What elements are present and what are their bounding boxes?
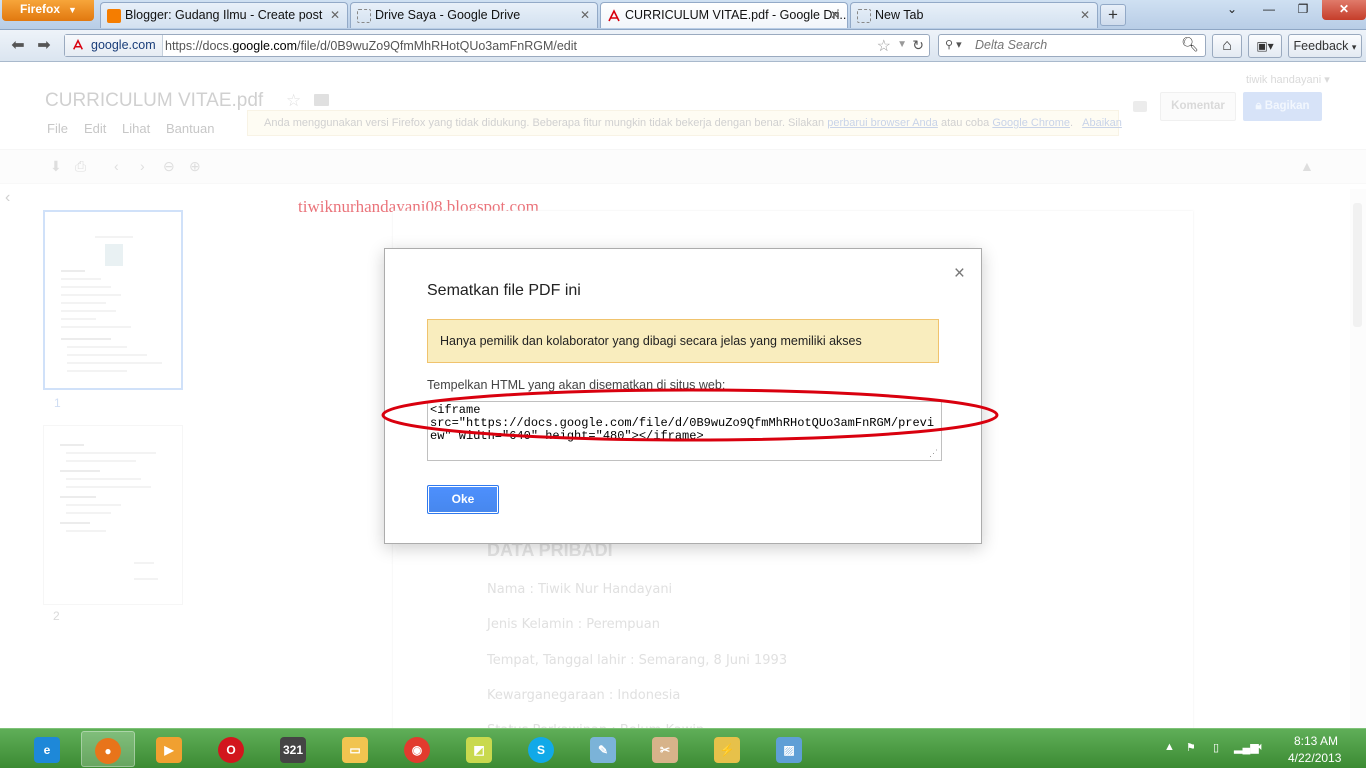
embed-code-textarea[interactable]: <iframe src="https://docs.google.com/fil… <box>427 401 942 461</box>
url-prefix: https://docs. <box>165 39 233 53</box>
firefox-menu-label: Firefox <box>20 2 61 16</box>
tab-blogger[interactable]: Blogger: Gudang Ilmu - Create post ✕ <box>100 2 348 28</box>
back-arrow-icon[interactable]: ⬅ <box>8 36 28 56</box>
firefox-icon[interactable]: ● <box>81 731 135 767</box>
paint-icon[interactable]: ✎ <box>576 731 630 767</box>
search-bar[interactable]: ⚲ ▾ 🔍︎ <box>938 34 1206 57</box>
chevron-down-icon: ▾ <box>1351 42 1357 52</box>
site-identity-button[interactable]: google.com <box>65 35 163 56</box>
home-icon: ⌂ <box>1222 37 1232 54</box>
internet-explorer-icon[interactable]: e <box>20 731 74 767</box>
chevron-down-icon[interactable]: ▼ <box>897 39 907 50</box>
show-hidden-icons-icon[interactable]: ▲ <box>1164 741 1175 753</box>
page-icon <box>357 9 371 23</box>
tab-curriculum-vitae[interactable]: CURRICULUM VITAE.pdf - Google Dri... ✕ <box>600 2 848 28</box>
search-input[interactable] <box>975 38 1175 52</box>
forward-arrow-icon[interactable]: ➡ <box>34 36 54 56</box>
tab-label: CURRICULUM VITAE.pdf - Google Dri... <box>625 8 848 22</box>
skype-icon[interactable]: S <box>514 731 568 767</box>
window-close-icon[interactable]: ✕ <box>1322 0 1366 20</box>
network-icon[interactable]: ▂▄▆ <box>1234 741 1259 754</box>
addon-icon: ▣▾ <box>1256 39 1274 53</box>
url-suffix: /file/d/0B9wuZo9QfmMhRHotQUo3amFnRGM/edi… <box>297 39 577 53</box>
opera-icon[interactable]: O <box>204 731 258 767</box>
resize-grip-icon[interactable]: ⋰ <box>929 448 939 458</box>
battery-icon[interactable]: ▯ <box>1213 741 1219 754</box>
tab-label: Blogger: Gudang Ilmu - Create post <box>125 8 323 22</box>
clock-date[interactable]: 4/22/2013 <box>1288 751 1341 765</box>
bookmark-star-icon[interactable]: ☆ <box>877 36 891 56</box>
minimize-icon[interactable]: — <box>1256 0 1282 20</box>
tab-label: Drive Saya - Google Drive <box>375 8 521 22</box>
chrome-icon[interactable]: ◉ <box>390 731 444 767</box>
site-identity-label: google.com <box>91 38 156 52</box>
chevron-down-icon: ▼ <box>68 5 77 15</box>
url-text[interactable]: https://docs.google.com/file/d/0B9wuZo9Q… <box>165 39 577 53</box>
pdf-icon <box>72 38 84 51</box>
close-icon[interactable]: ✕ <box>330 8 340 22</box>
pdf-icon <box>607 9 621 23</box>
close-icon[interactable]: ✕ <box>580 8 590 22</box>
search-icon[interactable]: 🔍︎ <box>1181 36 1199 53</box>
file-explorer-icon[interactable]: ▭ <box>328 731 382 767</box>
feedback-label: Feedback <box>1293 39 1349 53</box>
photo-tool-icon[interactable]: ✂ <box>638 731 692 767</box>
tab-label: New Tab <box>875 8 924 22</box>
maximize-icon[interactable]: ❐ <box>1290 0 1316 20</box>
addon-button[interactable]: ▣▾ <box>1248 34 1282 58</box>
embed-label: Tempelkan HTML yang akan disematkan di s… <box>427 378 726 392</box>
page-icon <box>857 9 871 23</box>
close-icon[interactable]: ✕ <box>1080 8 1090 22</box>
ok-button[interactable]: Oke <box>427 485 499 514</box>
windows-taskbar: e ● ▶ O 321 ▭ ◉ ◩ S ✎ ✂ ⚡ ▨ ▲ ⚑ ▯ ▂▄▆ 🔈︎… <box>0 728 1366 768</box>
picture-viewer-icon[interactable]: ▨ <box>762 731 816 767</box>
volume-icon[interactable]: 🔈︎ <box>1258 741 1265 754</box>
navigation-bar: ⬅ ➡ google.com https://docs.google.com/f… <box>0 30 1366 62</box>
feedback-button[interactable]: Feedback ▾ <box>1288 34 1362 58</box>
reload-icon[interactable]: ↻ <box>912 37 924 54</box>
tab-drive[interactable]: Drive Saya - Google Drive ✕ <box>350 2 598 28</box>
new-tab-button[interactable]: + <box>1100 4 1126 26</box>
tab-bar: Firefox ▼ Blogger: Gudang Ilmu - Create p… <box>0 0 1366 30</box>
package-icon[interactable]: ⚡ <box>700 731 754 767</box>
url-domain: google.com <box>232 39 298 53</box>
dialog-title: Sematkan file PDF ini <box>427 282 581 299</box>
firefox-menu-button[interactable]: Firefox ▼ <box>2 0 94 21</box>
media-player-icon[interactable]: ▶ <box>142 731 196 767</box>
url-bar[interactable]: google.com https://docs.google.com/file/… <box>64 34 930 57</box>
clock-time[interactable]: 8:13 AM <box>1294 734 1338 748</box>
list-all-tabs-icon[interactable]: ⌄ <box>1222 0 1242 20</box>
notes-icon[interactable]: ◩ <box>452 731 506 767</box>
close-icon[interactable]: × <box>954 263 965 285</box>
media-classic-icon[interactable]: 321 <box>266 731 320 767</box>
tab-new-tab[interactable]: New Tab ✕ <box>850 2 1098 28</box>
embed-pdf-dialog: × Sematkan file PDF ini Hanya pemilik da… <box>384 248 982 544</box>
home-button[interactable]: ⌂ <box>1212 34 1242 58</box>
blogger-icon <box>107 9 121 23</box>
close-icon[interactable]: ✕ <box>830 8 840 22</box>
search-engine-icon[interactable]: ⚲ ▾ <box>945 38 962 51</box>
action-center-icon[interactable]: ⚑ <box>1186 741 1196 754</box>
access-warning: Hanya pemilik dan kolaborator yang dibag… <box>427 319 939 363</box>
